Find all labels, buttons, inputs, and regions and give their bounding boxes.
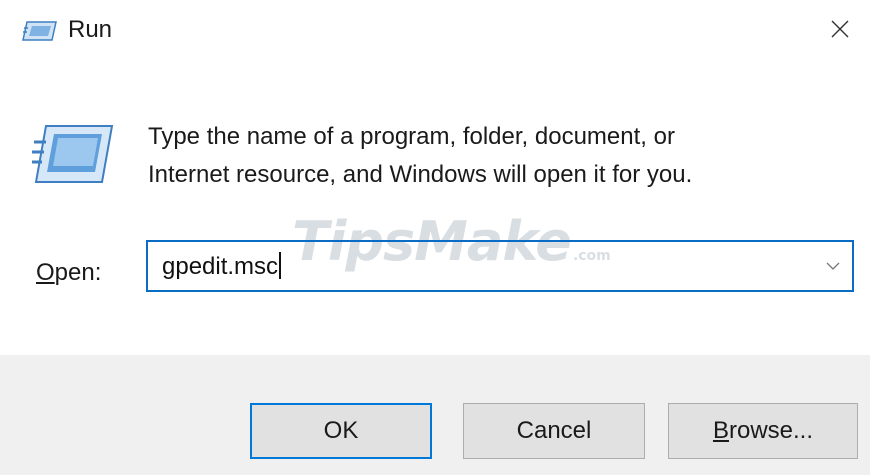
description-line-1: Type the name of a program, folder, docu… [148, 123, 675, 150]
open-input[interactable]: gpedit.msc [162, 252, 282, 282]
ok-button[interactable]: OK [250, 403, 432, 459]
browse-label-rest: rowse... [728, 417, 814, 444]
title-bar[interactable]: Run [0, 0, 870, 62]
close-button[interactable] [810, 0, 870, 62]
run-icon [32, 122, 114, 186]
window-title: Run [68, 16, 113, 43]
description-text: Type the name of a program, folder, docu… [148, 118, 838, 194]
open-label-mnemonic: O [36, 259, 55, 286]
button-bar: OK Cancel Browse... [0, 355, 870, 475]
open-label: Open: [36, 258, 101, 288]
run-dialog: Run Type the name of a program, folder, … [0, 0, 870, 475]
open-input-value: gpedit.msc [162, 253, 279, 280]
run-icon [22, 20, 58, 42]
open-combobox[interactable]: gpedit.msc [146, 240, 854, 292]
chevron-down-icon[interactable] [824, 256, 842, 276]
ok-button-label: OK [323, 417, 359, 444]
close-icon [830, 19, 850, 44]
text-cursor [279, 252, 282, 279]
open-label-rest: pen: [54, 259, 102, 286]
cancel-button[interactable]: Cancel [463, 403, 645, 459]
cancel-button-label: Cancel [516, 417, 592, 444]
browse-button[interactable]: Browse... [668, 403, 858, 459]
description-line-2: Internet resource, and Windows will open… [148, 161, 693, 188]
browse-mnemonic: B [712, 417, 729, 444]
